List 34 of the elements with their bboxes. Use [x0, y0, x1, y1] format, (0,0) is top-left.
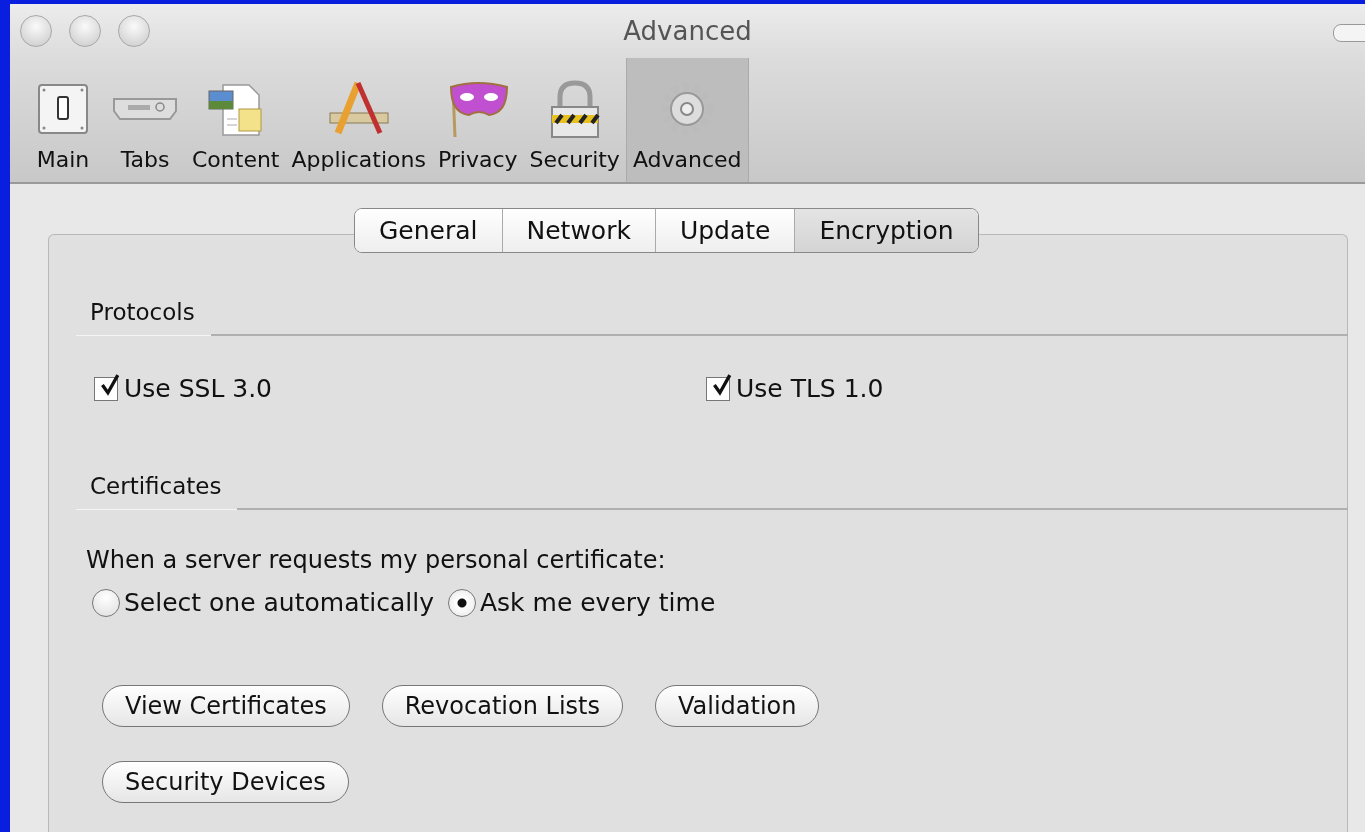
toolbar-item[interactable]: Privacy	[431, 58, 524, 182]
checkbox[interactable]: Use SSL 3.0	[94, 374, 706, 403]
toolbar-item[interactable]: Main	[22, 58, 104, 182]
radio-label: Select one automatically	[124, 588, 434, 617]
section-heading: Protocols	[76, 299, 211, 336]
close-button[interactable]	[20, 15, 52, 47]
prompt-text: When a server requests my personal certificate:	[85, 546, 667, 574]
section-heading: Certificates	[76, 473, 238, 510]
window-title: Advanced	[623, 16, 752, 46]
push-button[interactable]: Security Devices	[102, 761, 349, 803]
checkbox-box[interactable]	[94, 376, 118, 401]
check-mark-icon	[710, 371, 732, 398]
push-button[interactable]: Validation	[654, 685, 820, 727]
toolbar-item[interactable]: Applications	[285, 58, 432, 182]
push-button[interactable]: View Certificates	[102, 685, 350, 727]
check-mark-icon	[98, 371, 120, 398]
checkbox-box[interactable]	[706, 376, 730, 401]
toolbar-toggle-button[interactable]	[1333, 24, 1365, 42]
checkbox-label: Use TLS 1.0	[736, 374, 884, 403]
push-button[interactable]: Revocation Lists	[381, 685, 623, 727]
toolbar-item[interactable]: Security	[523, 58, 626, 182]
tab[interactable]: Encryption	[795, 209, 978, 252]
toolbar-item[interactable]: Advanced	[625, 58, 749, 182]
tab[interactable]: Network	[502, 209, 656, 252]
zoom-button[interactable]	[118, 15, 150, 47]
checkbox[interactable]: Use TLS 1.0	[706, 374, 1318, 403]
tab-bar-icon	[110, 98, 180, 120]
minimize-button[interactable]	[69, 15, 101, 47]
tab[interactable]: Update	[655, 209, 796, 252]
toolbar-item[interactable]: Content	[186, 58, 286, 182]
toolbar-item[interactable]: Tabs	[104, 58, 186, 182]
checkbox-label: Use SSL 3.0	[124, 374, 273, 403]
tab[interactable]: General	[355, 209, 503, 252]
radio-label: Ask me every time	[480, 588, 716, 617]
